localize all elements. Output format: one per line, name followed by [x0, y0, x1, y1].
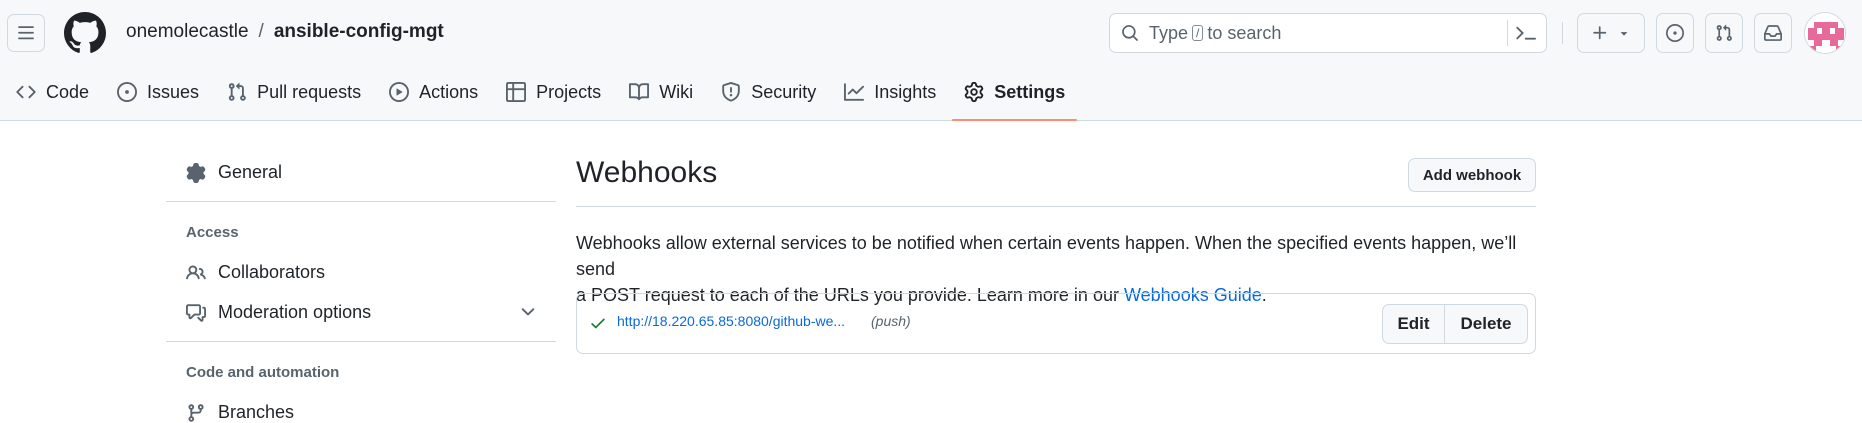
header-divider: [1562, 22, 1563, 44]
tab-insights-label: Insights: [874, 81, 937, 102]
sidebar-heading-code-automation: Code and automation: [186, 364, 340, 381]
search-placeholder-end: to search: [1207, 22, 1282, 43]
people-icon: [186, 264, 206, 279]
search-icon: [1122, 25, 1138, 41]
sidebar-item-branches-label: Branches: [218, 402, 295, 422]
graph-icon: [844, 83, 865, 101]
command-palette-button[interactable]: [1516, 23, 1536, 43]
sidebar-item-moderation[interactable]: Moderation options: [186, 302, 371, 323]
create-new-button[interactable]: [1577, 13, 1645, 53]
sidebar-item-branches[interactable]: Branches: [186, 402, 294, 423]
webhook-item: http://18.220.65.85:8080/github-we... (p…: [576, 293, 1536, 354]
menu-button[interactable]: [7, 14, 45, 52]
issues-button[interactable]: [1656, 13, 1694, 53]
tab-security[interactable]: Security: [709, 74, 828, 110]
terminal-icon: [1516, 26, 1536, 40]
code-icon: [16, 85, 36, 99]
search-shortcut-key: /: [1192, 25, 1204, 41]
plus-icon: [1593, 26, 1607, 40]
search-input[interactable]: Type / to search: [1109, 13, 1547, 53]
repo-nav: Code Issues Pull requests Actions Projec…: [0, 74, 1078, 121]
sidebar-divider: [166, 341, 556, 342]
search-placeholder: Type / to search: [1149, 23, 1281, 44]
tab-security-label: Security: [751, 81, 817, 102]
check-icon: [591, 318, 605, 329]
github-logo-icon[interactable]: [64, 12, 106, 54]
tab-pull-requests[interactable]: Pull requests: [215, 74, 373, 110]
pull-request-icon: [228, 82, 246, 101]
sidebar-item-general[interactable]: General: [186, 162, 282, 183]
description-line-1: Webhooks allow external services to be n…: [576, 233, 1517, 279]
search-placeholder-start: Type: [1149, 22, 1189, 43]
tab-actions-label: Actions: [419, 81, 479, 102]
tab-pull-requests-label: Pull requests: [257, 81, 362, 102]
delete-webhook-button[interactable]: Delete: [1445, 305, 1527, 343]
sidebar-item-collaborators[interactable]: Collaborators: [186, 262, 325, 283]
search-divider: [1507, 20, 1508, 46]
webhook-url-link[interactable]: http://18.220.65.85:8080/github-we...: [617, 313, 845, 329]
page-title: Webhooks: [576, 156, 718, 189]
tab-projects-label: Projects: [536, 81, 602, 102]
tab-actions[interactable]: Actions: [377, 74, 490, 110]
book-icon: [629, 83, 650, 101]
sidebar-heading-access: Access: [186, 224, 239, 241]
sidebar-item-collaborators-label: Collaborators: [218, 262, 326, 282]
tab-issues-label: Issues: [147, 81, 200, 102]
tab-insights[interactable]: Insights: [832, 74, 948, 110]
pull-requests-button[interactable]: [1705, 13, 1743, 53]
gear-icon: [186, 162, 206, 183]
user-avatar[interactable]: [1804, 12, 1846, 54]
gear-icon: [965, 82, 984, 102]
play-icon: [389, 82, 410, 102]
tab-code[interactable]: Code: [0, 74, 101, 110]
comment-discussion-icon: [186, 303, 206, 322]
git-pull-request-icon: [1716, 24, 1732, 41]
tab-settings[interactable]: Settings: [952, 74, 1078, 121]
tab-settings-label: Settings: [994, 81, 1066, 102]
sidebar-divider: [166, 201, 556, 202]
table-icon: [506, 82, 527, 102]
tab-issues[interactable]: Issues: [105, 74, 211, 110]
repo-link[interactable]: ansible-config-mgt: [274, 21, 444, 43]
app-header: onemolecastle / ansible-config-mgt Type …: [0, 0, 1862, 121]
webhook-actions: Edit Delete: [1382, 304, 1528, 344]
breadcrumb: onemolecastle / ansible-config-mgt: [126, 21, 444, 43]
breadcrumb-separator: /: [258, 21, 264, 42]
tab-wiki[interactable]: Wiki: [617, 74, 705, 110]
triangle-down-icon: [1620, 32, 1628, 36]
issue-icon: [117, 82, 138, 102]
top-bar: onemolecastle / ansible-config-mgt Type …: [0, 0, 1862, 66]
owner-link[interactable]: onemolecastle: [126, 21, 249, 43]
sidebar-item-moderation-label: Moderation options: [218, 302, 372, 322]
hamburger-icon: [18, 26, 34, 40]
tab-code-label: Code: [46, 81, 90, 102]
tab-projects[interactable]: Projects: [494, 74, 613, 110]
inbox-button[interactable]: [1754, 13, 1792, 53]
sidebar-item-general-label: General: [218, 162, 283, 182]
webhook-events: (push): [871, 313, 911, 329]
edit-webhook-button[interactable]: Edit: [1383, 305, 1445, 343]
add-webhook-button[interactable]: Add webhook: [1408, 158, 1536, 192]
chevron-down-icon[interactable]: [518, 302, 538, 322]
issue-opened-icon: [1666, 24, 1684, 42]
tab-wiki-label: Wiki: [659, 81, 694, 102]
title-divider: [576, 206, 1536, 207]
git-branch-icon: [188, 403, 204, 422]
shield-icon: [722, 82, 740, 102]
inbox-icon: [1764, 25, 1782, 41]
